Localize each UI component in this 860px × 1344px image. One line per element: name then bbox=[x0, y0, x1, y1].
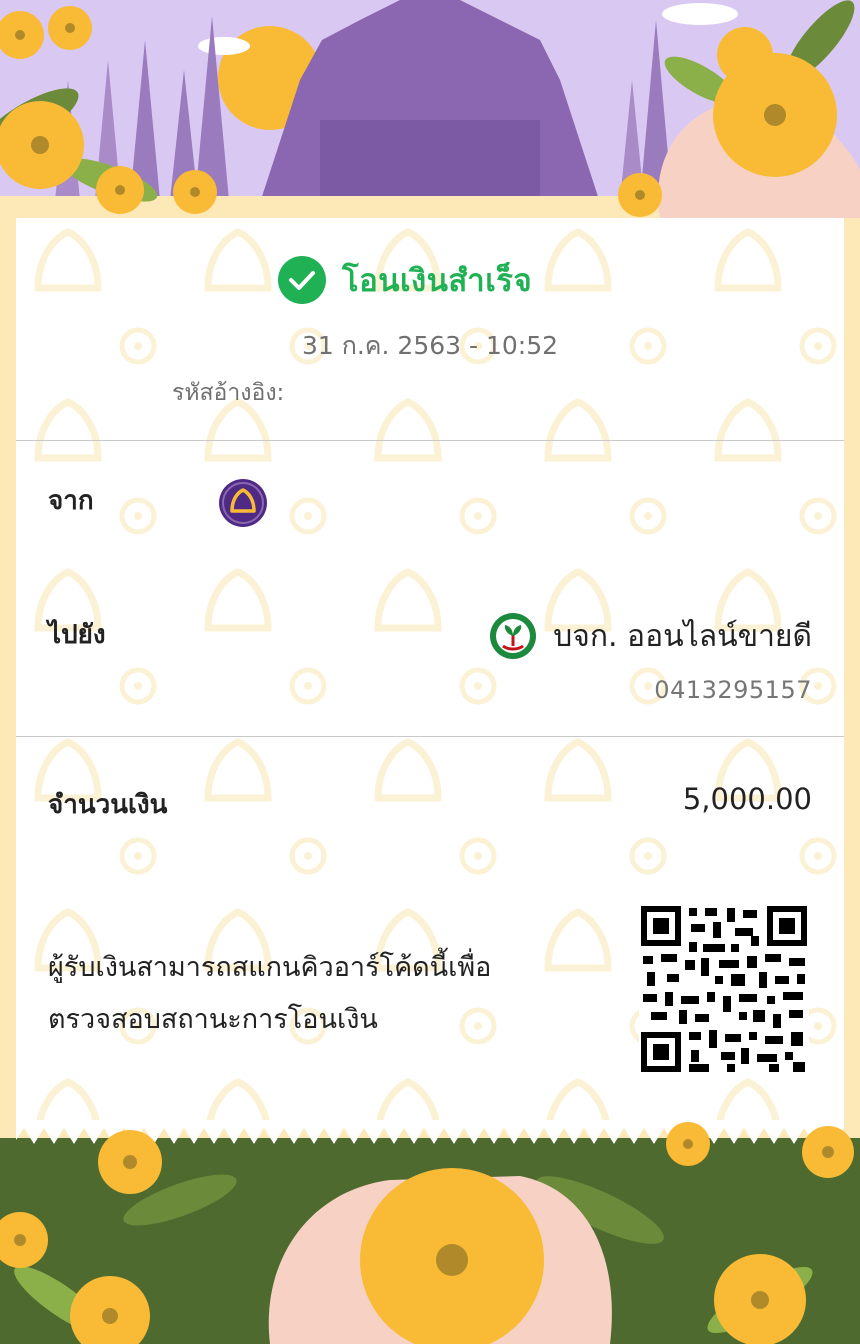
check-circle-icon bbox=[278, 256, 326, 304]
bottom-decorative-banner bbox=[0, 1120, 860, 1344]
kasikorn-bank-logo-icon bbox=[490, 613, 537, 659]
recipient-account-number: 0413295157 bbox=[654, 676, 812, 704]
top-decorative-banner bbox=[0, 0, 860, 218]
status-title: โอนเงินสำเร็จ bbox=[342, 263, 533, 299]
transfer-receipt-card: โอนเงินสำเร็จ 31 ก.ค. 2563 - 10:52 รหัสอ… bbox=[16, 218, 844, 1128]
to-label: ไปยัง bbox=[48, 620, 106, 650]
flower-illustration bbox=[0, 1120, 860, 1344]
qr-instruction: ผู้รับเงินสามารถสแกนคิวอาร์โค้ดนี้เพื่อ … bbox=[48, 942, 568, 1046]
divider bbox=[16, 736, 844, 737]
qr-code-icon bbox=[639, 904, 809, 1074]
qr-instruction-line1: ผู้รับเงินสามารถสแกนคิวอาร์โค้ดนี้เพื่อ bbox=[48, 952, 492, 983]
from-label: จาก bbox=[48, 486, 94, 516]
qr-instruction-line2: ตรวจสอบสถานะการโอนเงิน bbox=[48, 1004, 378, 1035]
transfer-status: โอนเงินสำเร็จ bbox=[278, 256, 532, 304]
transfer-datetime: 31 ก.ค. 2563 - 10:52 bbox=[301, 331, 559, 360]
reference-label: รหัสอ้างอิง: bbox=[172, 380, 285, 406]
recipient: บจก. ออนไลน์ขายดี bbox=[489, 612, 812, 660]
bank-logo-purple-icon bbox=[219, 479, 267, 527]
amount-label: จำนวนเงิน bbox=[48, 790, 168, 820]
recipient-name: บจก. ออนไลน์ขายดี bbox=[553, 618, 812, 654]
amount-value: 5,000.00 bbox=[682, 782, 812, 816]
temple-illustration bbox=[0, 0, 860, 218]
divider bbox=[16, 440, 844, 441]
